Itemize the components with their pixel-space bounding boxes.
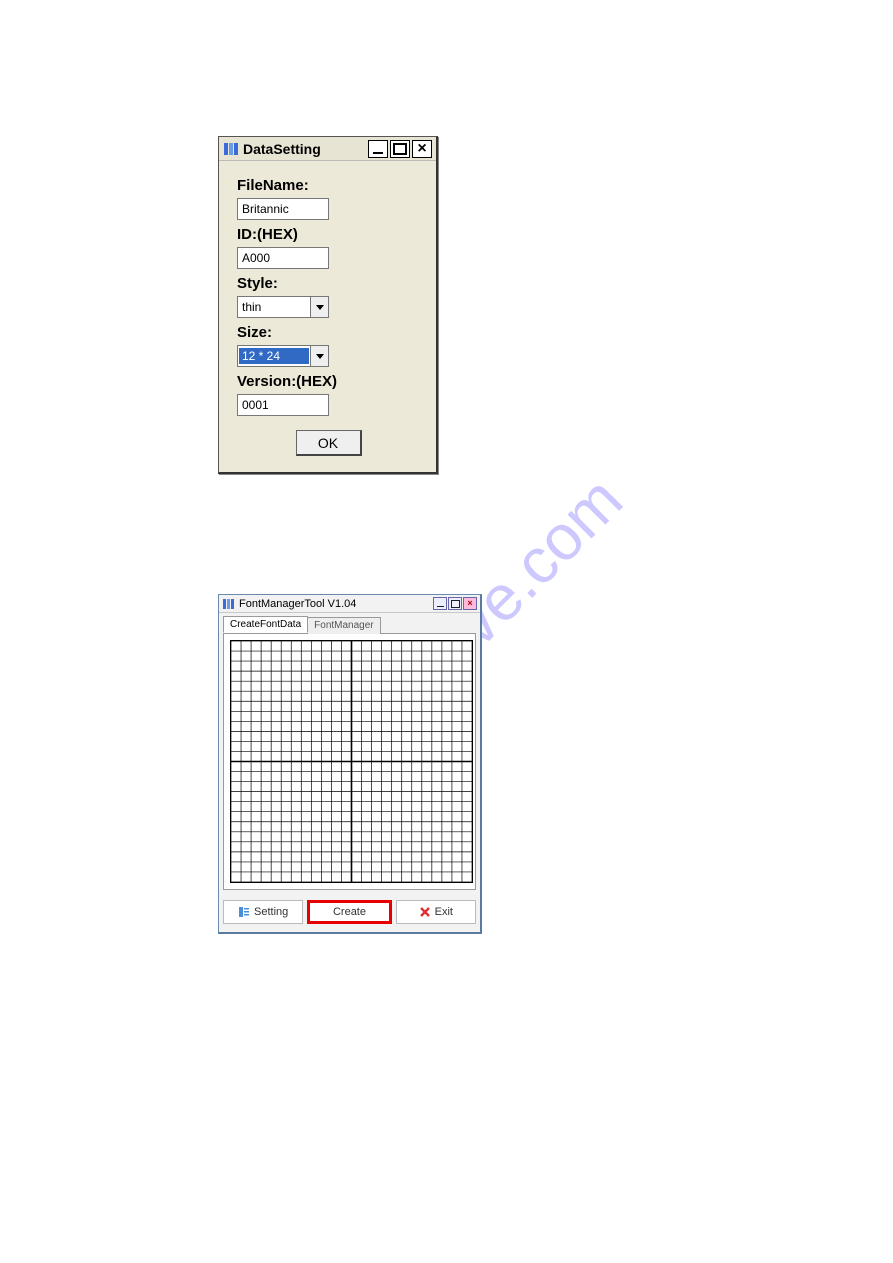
- size-combobox[interactable]: 12 * 24: [237, 345, 329, 367]
- setting-icon: [238, 906, 250, 918]
- size-label: Size:: [237, 324, 420, 341]
- exit-icon: [419, 906, 431, 918]
- fontmanager-window: FontManagerTool V1.04 CreateFontData Fon…: [218, 594, 482, 934]
- tab-strip: CreateFontData FontManager: [219, 613, 480, 633]
- exit-button-label: Exit: [435, 906, 453, 918]
- minimize-button[interactable]: [368, 140, 388, 158]
- maximize-button[interactable]: [390, 140, 410, 158]
- chevron-down-icon[interactable]: [310, 346, 328, 366]
- fontmanager-titlebar[interactable]: FontManagerTool V1.04: [219, 595, 480, 613]
- ok-button[interactable]: OK: [296, 430, 362, 456]
- exit-button[interactable]: Exit: [396, 900, 476, 924]
- create-button-label: Create: [333, 906, 366, 918]
- minimize-button[interactable]: [433, 597, 447, 610]
- datasetting-titlebar[interactable]: DataSetting: [219, 137, 436, 161]
- tab-fontmanager[interactable]: FontManager: [307, 617, 380, 634]
- size-value: 12 * 24: [239, 348, 309, 364]
- datasetting-body: FileName: ID:(HEX) Style: thin Size: 12 …: [219, 161, 436, 472]
- app-icon: [223, 141, 239, 157]
- button-row: Setting Create Exit: [219, 896, 480, 932]
- filename-label: FileName:: [237, 177, 420, 194]
- setting-button[interactable]: Setting: [223, 900, 303, 924]
- close-button[interactable]: [412, 140, 432, 158]
- tab-createfontdata[interactable]: CreateFontData: [223, 616, 308, 633]
- style-combobox[interactable]: thin: [237, 296, 329, 318]
- chevron-down-icon[interactable]: [310, 297, 328, 317]
- app-icon: [222, 597, 236, 611]
- setting-button-label: Setting: [254, 906, 288, 918]
- create-button[interactable]: Create: [307, 900, 391, 924]
- id-label: ID:(HEX): [237, 226, 420, 243]
- id-input[interactable]: [237, 247, 329, 269]
- close-button[interactable]: [463, 597, 477, 610]
- version-label: Version:(HEX): [237, 373, 420, 390]
- datasetting-window: DataSetting FileName: ID:(HEX) Style: th…: [218, 136, 438, 474]
- font-grid[interactable]: [230, 640, 473, 883]
- filename-input[interactable]: [237, 198, 329, 220]
- style-label: Style:: [237, 275, 420, 292]
- style-value: thin: [238, 300, 310, 314]
- datasetting-title: DataSetting: [243, 141, 368, 157]
- createfontdata-pane: [223, 633, 476, 890]
- version-input[interactable]: [237, 394, 329, 416]
- maximize-button[interactable]: [448, 597, 462, 610]
- fontmanager-title: FontManagerTool V1.04: [239, 598, 433, 610]
